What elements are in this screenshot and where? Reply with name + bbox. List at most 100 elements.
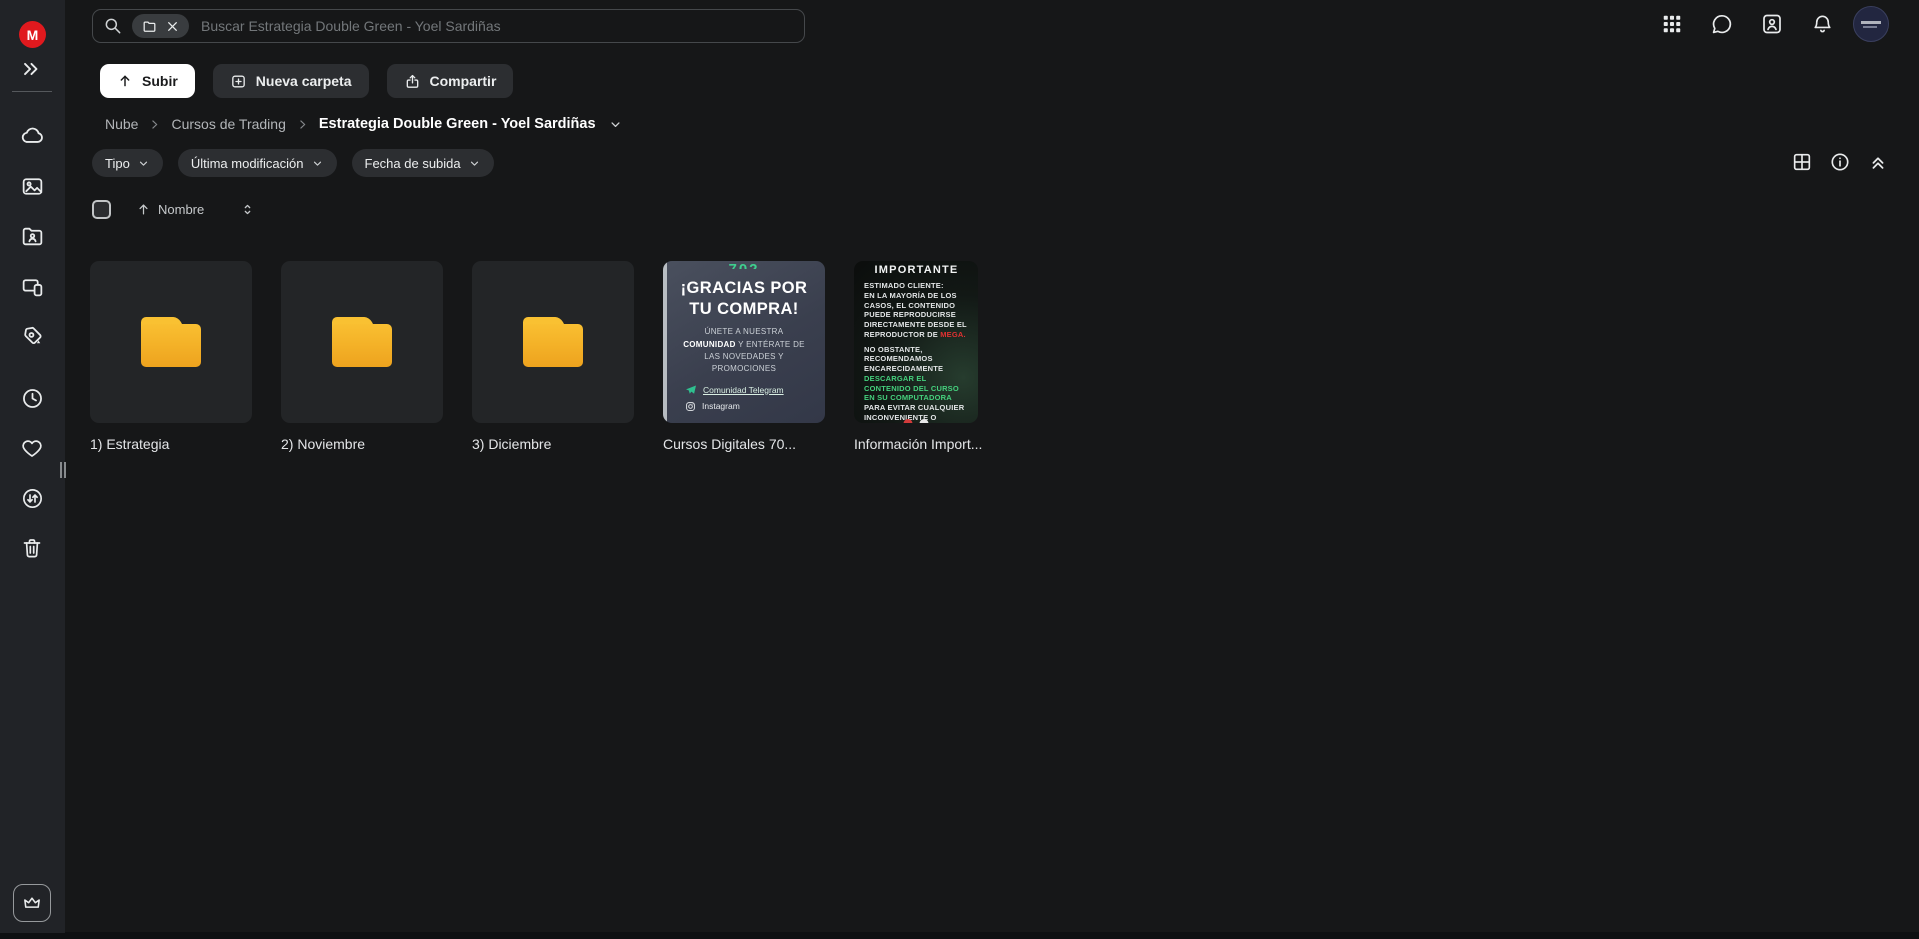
sidebar-resize-handle[interactable] [60, 462, 67, 478]
list-header: Nombre [92, 196, 255, 222]
chat-icon [1710, 12, 1734, 36]
folder-icon [142, 19, 157, 34]
collapse-header-button[interactable] [1866, 150, 1890, 174]
thumb-clipped-dots [904, 419, 929, 423]
grid-cell: IMPORTANTE ESTIMADO CLIENTE: EN LA MAYOR… [854, 261, 982, 452]
sort-label: Nombre [158, 202, 204, 217]
filter-type[interactable]: Tipo [92, 149, 163, 177]
search-input[interactable] [201, 18, 794, 34]
thumbnail-edge [663, 261, 667, 423]
grid-cell: 3) Diciembre [472, 261, 634, 452]
telegram-icon [685, 384, 697, 396]
sidebar-item-photos[interactable] [13, 167, 51, 205]
upload-button-label: Subir [142, 73, 178, 89]
item-name[interactable]: 3) Diciembre [472, 436, 634, 452]
sidebar-item-devices[interactable] [13, 267, 51, 305]
transfers-icon [20, 486, 45, 511]
grid-cell: 2) Noviembre [281, 261, 443, 452]
filter-last-modified[interactable]: Última modificación [178, 149, 337, 177]
thumb-paragraph-2: NO OBSTANTE, RECOMENDAMOS ENCARECIDAMENT… [864, 345, 969, 424]
breadcrumb-cloud[interactable]: Nube [105, 116, 138, 132]
instagram-row: Instagram [685, 401, 825, 412]
item-name[interactable]: Información Import... [854, 436, 982, 452]
image-thumbnail-gracias[interactable]: 702 ¡GRACIAS POR TU COMPRA! ÚNETE A NUES… [663, 261, 825, 423]
sort-direction-arrow-icon [136, 202, 151, 217]
item-name[interactable]: 1) Estrategia [90, 436, 252, 452]
chevron-down-icon [137, 157, 150, 170]
thumb-title: ¡GRACIAS POR TU COMPRA! [663, 278, 825, 319]
cloud-icon [19, 123, 45, 149]
new-folder-button[interactable]: Nueva carpeta [213, 64, 369, 98]
notifications-button[interactable] [1808, 10, 1836, 38]
search-icon [103, 16, 123, 36]
clear-scope-icon[interactable] [166, 20, 179, 33]
file-grid: 1) Estrategia 2) Noviembre 3) Diciembre … [90, 261, 982, 452]
chevron-down-icon [468, 157, 481, 170]
breadcrumb-current[interactable]: Estrategia Double Green - Yoel Sardiñas [319, 116, 596, 132]
thumb-clipped-text: 702 [663, 261, 825, 269]
apps-menu-button[interactable] [1658, 10, 1686, 38]
mega-brand-text: MEGA. [940, 330, 966, 339]
sidebar-item-transfers[interactable] [13, 479, 51, 517]
tags-icon [20, 324, 45, 349]
share-button[interactable]: Compartir [387, 64, 514, 98]
bell-icon [1811, 13, 1834, 36]
breadcrumb: Nube Cursos de Trading Estrategia Double… [105, 116, 623, 132]
sidebar-item-tags[interactable] [13, 317, 51, 355]
search-scope-chip[interactable] [132, 14, 189, 38]
sidebar-item-cloud-drive[interactable] [13, 117, 51, 155]
breadcrumb-menu-button[interactable] [608, 117, 623, 132]
folder-tile[interactable] [281, 261, 443, 423]
shared-folder-icon [20, 224, 45, 249]
grid-view-button[interactable] [1790, 150, 1814, 174]
view-controls [1790, 150, 1890, 174]
sidebar-item-shared-folders[interactable] [13, 217, 51, 255]
sidebar-item-recents[interactable] [13, 379, 51, 417]
filter-last-modified-label: Última modificación [191, 156, 304, 171]
upload-button[interactable]: Subir [100, 64, 195, 98]
select-all-checkbox[interactable] [92, 200, 111, 219]
clock-icon [20, 386, 45, 411]
window-bottom-edge [0, 932, 1919, 939]
folder-tile[interactable] [472, 261, 634, 423]
grid-cell: 1) Estrategia [90, 261, 252, 452]
topbar-icons [1658, 10, 1836, 38]
thumb-subtitle: ÚNETE A NUESTRA COMUNIDAD Y ENTÉRATE DE … [663, 326, 825, 376]
sort-selector-button[interactable] [240, 202, 255, 217]
mega-logo[interactable]: M [19, 21, 46, 48]
telegram-row: Comunidad Telegram [685, 384, 825, 396]
item-name[interactable]: Cursos Digitales 70... [663, 436, 825, 452]
grid-cell: 702 ¡GRACIAS POR TU COMPRA! ÚNETE A NUES… [663, 261, 825, 452]
folder-icon [523, 317, 583, 367]
highlighted-advice-text: DESCARGAR EL CONTENIDO DEL CURSO EN SU C… [864, 374, 959, 403]
filter-type-label: Tipo [105, 156, 130, 171]
contacts-icon [1760, 12, 1784, 36]
thumb-heading: IMPORTANTE [864, 264, 969, 276]
expand-sidebar-button[interactable] [20, 58, 42, 80]
sidebar-item-favourites[interactable] [13, 429, 51, 467]
sidebar-item-rubbish-bin[interactable] [13, 529, 51, 567]
sidebar-divider [12, 91, 52, 92]
folder-tile[interactable] [90, 261, 252, 423]
contacts-button[interactable] [1758, 10, 1786, 38]
account-avatar[interactable] [1853, 6, 1889, 42]
new-folder-icon [230, 73, 247, 90]
filter-upload-date[interactable]: Fecha de subida [352, 149, 494, 177]
apps-grid-icon [1661, 13, 1683, 35]
sort-by-name[interactable]: Nombre [136, 202, 204, 217]
crown-icon [21, 892, 43, 914]
chevron-right-icon [296, 118, 309, 131]
item-name[interactable]: 2) Noviembre [281, 436, 443, 452]
heart-icon [20, 436, 44, 460]
chat-button[interactable] [1708, 10, 1736, 38]
search-bar[interactable] [92, 9, 805, 43]
action-toolbar: Subir Nueva carpeta Compartir [100, 64, 513, 98]
image-thumbnail-importante[interactable]: IMPORTANTE ESTIMADO CLIENTE: EN LA MAYOR… [854, 261, 978, 423]
folder-icon [332, 317, 392, 367]
sidebar: M [0, 0, 65, 933]
info-panel-button[interactable] [1828, 150, 1852, 174]
grid-view-icon [1791, 151, 1813, 173]
upgrade-pro-button[interactable] [13, 884, 51, 922]
breadcrumb-parent[interactable]: Cursos de Trading [171, 116, 285, 132]
instagram-label: Instagram [702, 401, 740, 411]
